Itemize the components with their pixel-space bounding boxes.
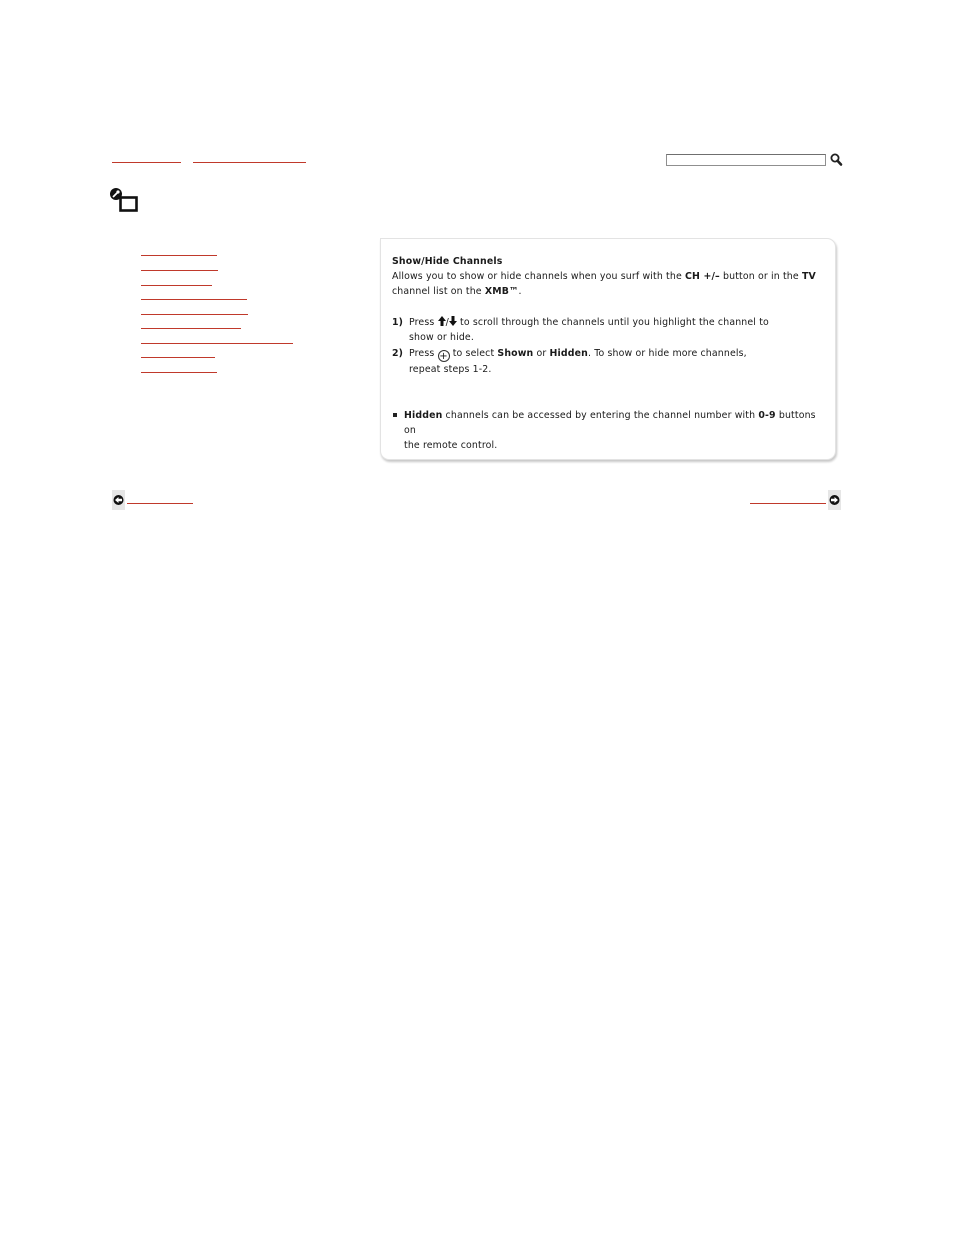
- prev-button[interactable]: [112, 490, 125, 510]
- up-arrow-icon: [437, 316, 446, 326]
- side-nav-item-4[interactable]: [141, 299, 247, 300]
- side-nav-item-2[interactable]: [141, 270, 218, 271]
- panel-title: Show/Hide Channels: [392, 256, 503, 267]
- side-nav-item-5[interactable]: [141, 314, 248, 315]
- side-nav-item-3[interactable]: [141, 285, 212, 286]
- next-button[interactable]: [828, 490, 841, 510]
- next-arrow-icon: [829, 495, 840, 505]
- note: Hidden channels can be accessed by enter…: [392, 408, 822, 453]
- content-panel: Show/Hide Channels Allows you to show or…: [380, 238, 836, 460]
- panel-description: Allows you to show or hide channels when…: [392, 271, 816, 297]
- plus-button-icon: +: [437, 350, 450, 362]
- side-nav-item-7[interactable]: [141, 343, 293, 344]
- side-nav-item-9[interactable]: [141, 372, 217, 373]
- settings-icon: [110, 188, 138, 212]
- search-icon: [830, 153, 843, 166]
- step-2: 2) Press + to select Shown or Hidden. To…: [392, 348, 747, 375]
- prev-arrow-icon: [113, 495, 124, 505]
- search-button[interactable]: [829, 152, 843, 167]
- prev-link[interactable]: [127, 503, 193, 504]
- down-arrow-icon: [448, 316, 457, 326]
- breadcrumb-link-1[interactable]: [112, 162, 181, 163]
- breadcrumb-link-2[interactable]: [193, 162, 306, 163]
- next-link[interactable]: [750, 503, 826, 504]
- step-1: 1) Press / to scroll through the channel…: [392, 316, 769, 343]
- side-nav-item-6[interactable]: [141, 328, 241, 329]
- search-input[interactable]: [666, 154, 826, 166]
- side-nav-item-8[interactable]: [141, 357, 215, 358]
- side-nav-item-1[interactable]: [141, 255, 217, 256]
- bullet-icon: [393, 413, 397, 417]
